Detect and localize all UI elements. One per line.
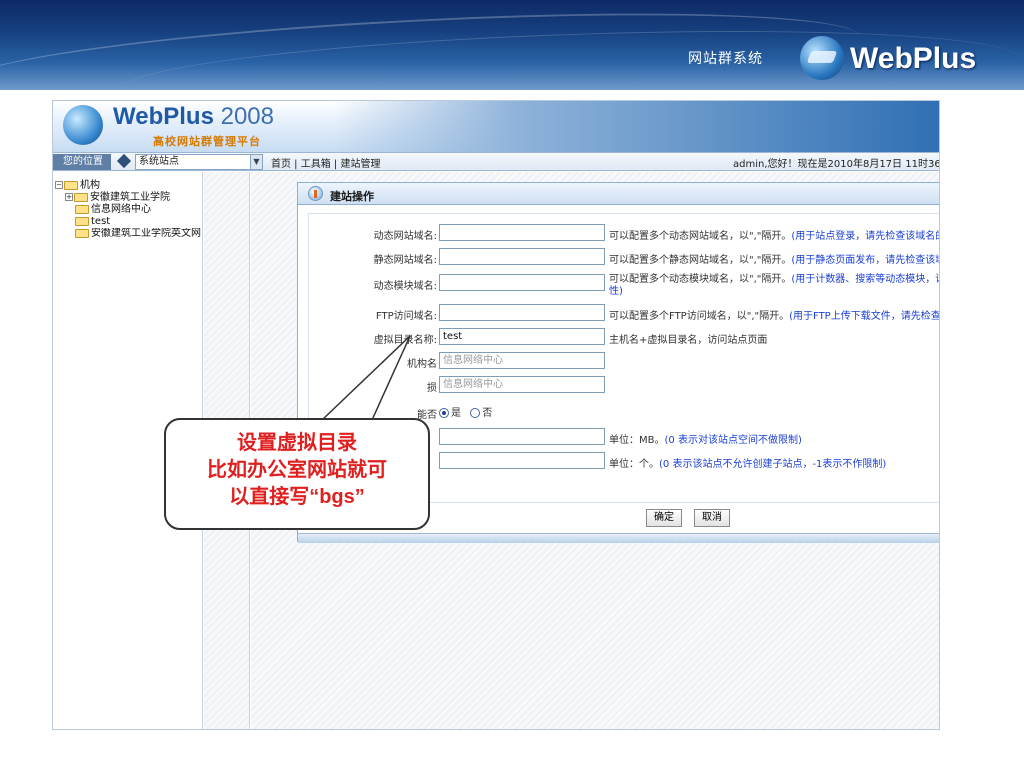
radio-yes[interactable] <box>439 408 449 418</box>
hint-note-wrap: 性) <box>609 286 623 297</box>
folder-icon <box>75 204 89 214</box>
collapse-icon[interactable]: − <box>55 181 63 189</box>
field-label: 虚拟目录名称: <box>373 335 437 346</box>
tree-item[interactable]: 安徽建筑工业学院英文网 <box>75 228 201 240</box>
allow-radio-group: 是 否 <box>439 404 492 419</box>
field-hint: 单位：MB。(0 表示对该站点空间不做限制) <box>609 431 802 446</box>
hint-text: 单位：个。 <box>609 459 659 470</box>
location-arrow-icon <box>116 153 132 169</box>
field-label: FTP访问域名: <box>375 311 437 322</box>
slide-header: 网站群系统 WebPlus <box>0 0 1024 90</box>
cancel-button[interactable]: 取消 <box>694 509 730 527</box>
org-name-input[interactable]: 信息网络中心 <box>439 352 605 369</box>
info-icon <box>308 186 323 201</box>
location-bar: 您的位置 系统站点 ▼ 首页 | 工具箱 | 建站管理 admin,您好！现在是… <box>53 153 940 171</box>
folder-icon <box>74 192 88 202</box>
module-domain-input[interactable] <box>439 274 605 291</box>
subsite-quota-input[interactable] <box>439 452 605 469</box>
user-status: admin,您好！现在是2010年8月17日 11时36分， <box>733 159 940 170</box>
hint-text: 可以配置多个动态模块域名，以","隔开。 <box>609 274 792 285</box>
hint-note: (用于站点登录，请先检查该域名的有效性) <box>791 231 939 242</box>
tree-root-label: 机构 <box>80 180 100 191</box>
space-quota-input[interactable] <box>439 428 605 445</box>
site-select-value: 系统站点 <box>139 156 179 167</box>
system-name: 网站群系统 <box>688 51 763 67</box>
banner-year: 2008 <box>220 103 274 130</box>
panel-title: 建站操作 <box>330 190 374 203</box>
hint-note: (0 表示对该站点空间不做限制) <box>664 435 802 446</box>
field-label: 静态网站域名: <box>373 255 437 266</box>
tree-item-label: 安徽建筑工业学院 <box>90 192 170 203</box>
field-label: 机构名 <box>407 359 437 370</box>
location-label: 您的位置 <box>53 154 111 170</box>
radio-no-label: 否 <box>482 408 493 419</box>
tree-item[interactable]: + 安徽建筑工业学院 <box>65 192 170 204</box>
hint-text: 可以配置多个动态网站域名，以","隔开。 <box>609 231 792 242</box>
panel-footer <box>298 533 939 543</box>
ftp-domain-input[interactable] <box>439 304 605 321</box>
app-window: WebPlus 2008 高校网站群管理平台 您的位置 系统站点 ▼ 首页 | … <box>52 100 940 730</box>
banner-stripe <box>333 101 939 152</box>
field-hint: 主机名+虚拟目录名，访问站点页面 <box>609 331 767 346</box>
callout-line3-prefix: 以直接写 <box>229 484 310 508</box>
field-hint: 单位：个。(0 表示该站点不允许创建子站点，-1表示不作限制) <box>609 455 886 470</box>
hint-text: 可以配置多个FTP访问域名，以","隔开。 <box>609 311 790 322</box>
field-label: 动态模块域名: <box>373 281 437 292</box>
banner-title-text: WebPlus <box>113 103 214 130</box>
static-domain-input[interactable] <box>439 248 605 265</box>
folder-icon <box>64 180 78 190</box>
radio-no[interactable] <box>470 408 481 418</box>
callout-line1: 设置虚拟目录 <box>237 430 357 454</box>
folder-icon <box>75 228 89 238</box>
tree-item-label: 安徽建筑工业学院英文网 <box>91 228 201 239</box>
hint-text: 单位：MB。 <box>609 435 665 446</box>
field-hint: 可以配置多个静态网站域名，以","隔开。(用于静态页面发布，请先检查该域名的有效… <box>609 251 939 266</box>
banner-subtitle: 高校网站群管理平台 <box>153 135 261 148</box>
webplus-logo-icon <box>63 105 103 145</box>
breadcrumb[interactable]: 首页 | 工具箱 | 建站管理 <box>271 155 380 170</box>
field-hint: 可以配置多个动态模块域名，以","隔开。(用于计数器、搜索等动态模块，请先检查该… <box>609 270 939 285</box>
tree-item-label: 信息网络中心 <box>91 204 151 215</box>
hint-text: 可以配置多个静态网站域名，以","隔开。 <box>609 255 792 266</box>
callout-line3-value: “bgs” <box>309 486 365 508</box>
field-hint: 可以配置多个FTP访问域名，以","隔开。(用于FTP上传下载文件，请先检查该域… <box>609 307 940 322</box>
expand-icon[interactable]: + <box>65 193 73 201</box>
callout-line2: 比如办公室网站就可 <box>207 457 387 481</box>
field-hint: 可以配置多个动态网站域名，以","隔开。(用于站点登录，请先检查该域名的有效性) <box>609 227 939 242</box>
app-banner: WebPlus 2008 高校网站群管理平台 <box>53 101 939 153</box>
annotation-callout: 设置虚拟目录 比如办公室网站就可 以直接写“bgs” <box>164 418 430 530</box>
panel-header: 建站操作 <box>298 183 939 205</box>
webplus-logo-icon <box>800 36 844 80</box>
virtual-dir-input[interactable]: test <box>439 328 605 345</box>
tree-item[interactable]: test <box>75 216 110 228</box>
field-label: 损 <box>427 383 437 394</box>
site-select[interactable]: 系统站点 ▼ <box>135 154 263 170</box>
hint-note: (用于FTP上传下载文件，请先检查该域名的有效性 <box>789 311 940 322</box>
tree-item[interactable]: 信息网络中心 <box>75 204 151 216</box>
folder-icon <box>75 216 89 226</box>
banner-title: WebPlus 2008 <box>113 103 274 131</box>
tree-item-label: test <box>91 216 111 227</box>
callout-line3: 以直接写“bgs” <box>166 483 428 511</box>
radio-yes-label: 是 <box>451 408 461 419</box>
hint-note: (用于静态页面发布，请先检查该域名的有效性) <box>791 255 939 266</box>
chevron-down-icon[interactable]: ▼ <box>250 155 262 169</box>
hint-note: (0 表示该站点不允许创建子站点，-1表示不作限制) <box>659 459 887 470</box>
ok-button[interactable]: 确定 <box>646 509 682 527</box>
hint-note: (用于计数器、搜索等动态模块，请先检查该域名 <box>791 274 939 285</box>
brand-logo-text: WebPlus <box>850 42 977 75</box>
site-name-input[interactable]: 信息网络中心 <box>439 376 605 393</box>
hint-text: 主机名+虚拟目录名，访问站点页面 <box>609 335 768 346</box>
dynamic-domain-input[interactable] <box>439 224 605 241</box>
tree-root[interactable]: − 机构 <box>55 180 100 192</box>
field-label: 动态网站域名: <box>373 231 437 242</box>
